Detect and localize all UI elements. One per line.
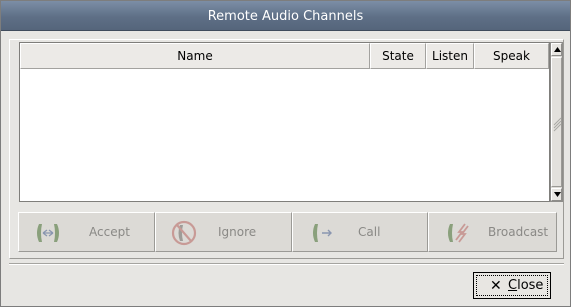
broadcast-icon [448, 223, 469, 243]
vertical-scrollbar[interactable] [550, 42, 563, 202]
call-button[interactable]: Call [292, 212, 428, 252]
broadcast-label: Broadcast [488, 225, 549, 239]
column-header-state[interactable]: State [370, 43, 426, 69]
close-label-mnemonic: C [508, 278, 518, 293]
close-button[interactable]: ✕ Close [473, 272, 551, 299]
call-label: Call [358, 225, 381, 239]
close-label: Close [508, 278, 543, 293]
grip-icon [553, 117, 562, 132]
ignore-label: Ignore [218, 225, 257, 239]
channels-list[interactable]: Name State Listen Speak [19, 42, 550, 202]
title-bar[interactable]: Remote Audio Channels [1, 1, 570, 31]
column-header-listen[interactable]: Listen [426, 43, 474, 69]
scroll-thumb[interactable] [551, 57, 562, 187]
footer-separator [9, 263, 564, 265]
column-header-speak[interactable]: Speak [474, 43, 549, 69]
close-label-rest: lose [517, 278, 544, 293]
scroll-up-button[interactable] [551, 43, 562, 56]
remote-audio-channels-window: Remote Audio Channels Name State Listen … [0, 0, 571, 307]
ignore-button[interactable]: Ignore [155, 212, 292, 252]
phone-ignore-icon [171, 220, 197, 246]
close-icon: ✕ [490, 278, 502, 294]
phone-accept-icon [37, 224, 59, 242]
broadcast-button[interactable]: Broadcast [428, 212, 557, 252]
accept-label: Accept [89, 225, 130, 239]
channels-frame: Name State Listen Speak Accept Ignore Ca… [9, 39, 564, 259]
column-header-name[interactable]: Name [20, 43, 370, 69]
phone-call-icon [313, 224, 332, 242]
accept-button[interactable]: Accept [18, 212, 155, 252]
arrow-up-icon [554, 47, 561, 52]
scroll-down-button[interactable] [551, 188, 562, 201]
arrow-down-icon [554, 192, 561, 197]
window-title: Remote Audio Channels [207, 9, 364, 24]
action-buttons: Accept Ignore Call Broadcast [18, 212, 557, 252]
